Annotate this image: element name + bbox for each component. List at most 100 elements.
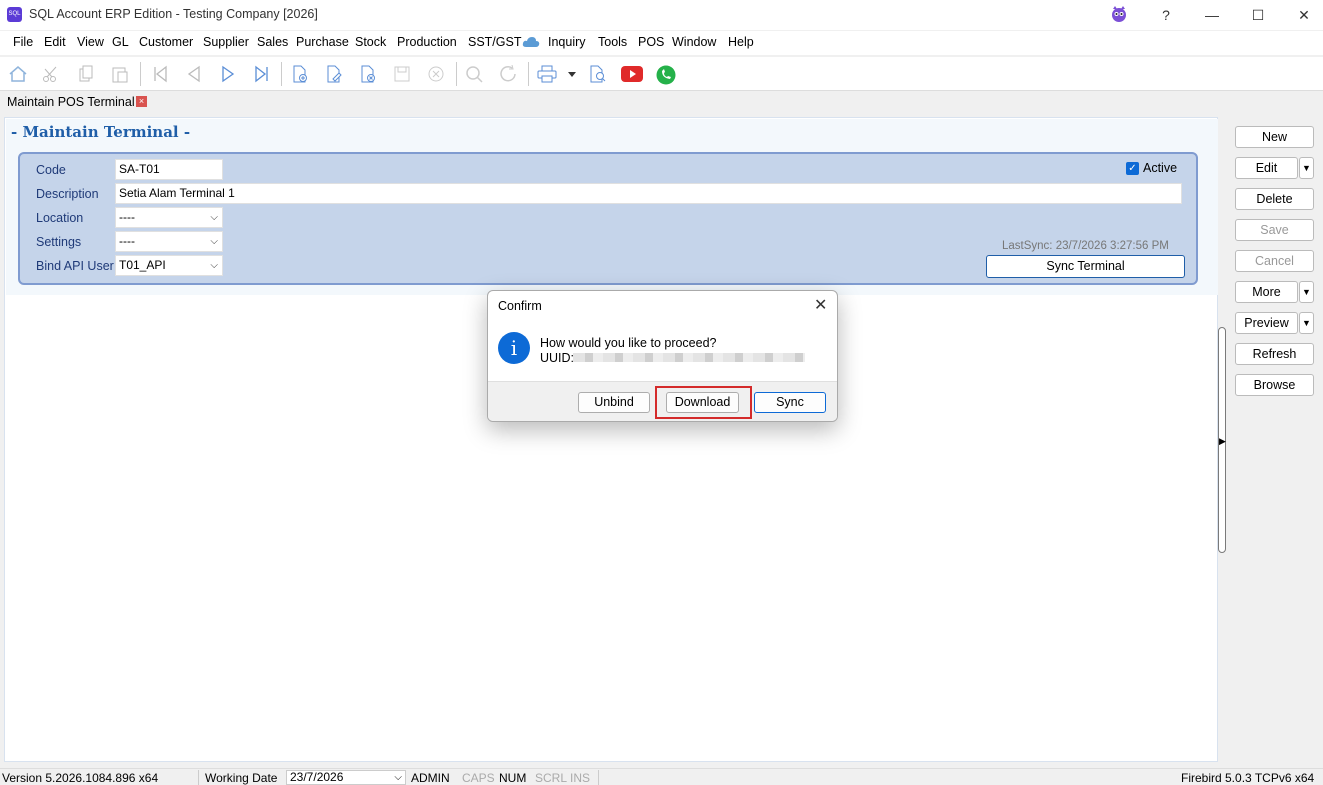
working-date-field[interactable]: 23/7/2026 ⌵ [286,770,406,785]
tab-close-icon[interactable]: × [136,96,147,107]
next-record-icon[interactable] [218,65,238,83]
location-select[interactable]: ---- ⌵ [115,207,223,228]
menu-window[interactable]: Window [672,35,716,49]
paste-icon[interactable] [110,65,130,83]
window-title: SQL Account ERP Edition - Testing Compan… [29,7,318,21]
terminal-form: Code SA-T01 Description Setia Alam Termi… [18,152,1198,285]
toolbar-separator [140,62,141,86]
refresh-button[interactable]: Refresh [1235,343,1314,365]
new-document-icon[interactable] [290,65,310,83]
menu-production[interactable]: Production [397,35,457,49]
whatsapp-icon[interactable] [655,65,677,85]
sync-terminal-button[interactable]: Sync Terminal [986,255,1185,278]
maximize-button[interactable]: ☐ [1247,5,1269,25]
scrl-indicator: SCRL [535,771,568,785]
preview-dropdown-icon[interactable]: ▼ [1299,312,1314,334]
preview-button[interactable]: Preview [1235,312,1298,334]
menu-bar: File Edit View GL Customer Supplier Sale… [0,31,1323,55]
copy-icon[interactable] [76,65,96,83]
print-icon[interactable] [537,65,557,83]
edit-document-icon[interactable] [324,65,344,83]
menu-customer[interactable]: Customer [139,35,193,49]
toolbar-separator [281,62,282,86]
delete-document-icon[interactable] [358,65,378,83]
menu-file[interactable]: File [13,35,33,49]
chevron-down-icon: ⌵ [210,260,218,271]
menu-pos[interactable]: POS [638,35,664,49]
menu-edit[interactable]: Edit [44,35,66,49]
page-title: - Maintain Terminal - [11,123,191,141]
unbind-button[interactable]: Unbind [578,392,650,413]
settings-select[interactable]: ---- ⌵ [115,231,223,252]
browse-button[interactable]: Browse [1235,374,1314,396]
caps-indicator: CAPS [462,771,495,785]
chevron-down-icon: ⌵ [394,772,402,783]
chevron-down-icon: ⌵ [210,212,218,223]
title-bar: SQL SQL Account ERP Edition - Testing Co… [0,0,1323,30]
description-field[interactable]: Setia Alam Terminal 1 [115,183,1182,204]
collapse-panel-icon[interactable]: ▶ [1219,436,1226,447]
database-info: Firebird 5.0.3 TCPv6 x64 [1181,771,1315,785]
cancel-icon[interactable] [426,65,446,83]
refresh-icon[interactable] [499,64,519,83]
preview-icon[interactable] [588,65,608,83]
menu-supplier[interactable]: Supplier [203,35,249,49]
download-button[interactable]: Download [666,392,739,413]
last-record-icon[interactable] [252,65,272,83]
minimize-button[interactable]: — [1201,5,1223,25]
confirm-dialog: Confirm ✕ i How would you like to procee… [487,290,838,422]
dialog-footer: Unbind Download Sync [488,381,837,421]
help-button[interactable]: ? [1155,5,1177,25]
menu-sales[interactable]: Sales [257,35,288,49]
code-label: Code [36,163,66,177]
close-icon[interactable]: ✕ [814,295,827,315]
toolbar [0,57,1323,91]
menu-inquiry[interactable]: Inquiry [548,35,586,49]
dialog-title: Confirm [498,299,542,313]
sync-button[interactable]: Sync [754,392,826,413]
more-button[interactable]: More [1235,281,1298,303]
ins-indicator: INS [570,771,591,785]
menu-view[interactable]: View [77,35,104,49]
first-record-icon[interactable] [150,65,170,83]
cut-icon[interactable] [41,65,61,83]
prior-record-icon[interactable] [184,65,204,83]
delete-button[interactable]: Delete [1235,188,1314,210]
dialog-message: How would you like to proceed? [540,336,717,350]
more-dropdown-icon[interactable]: ▼ [1299,281,1314,303]
print-dropdown-icon[interactable] [566,65,578,83]
new-button[interactable]: New [1235,126,1314,148]
home-icon[interactable] [8,65,28,83]
code-field[interactable]: SA-T01 [115,159,223,180]
description-label: Description [36,187,99,201]
status-separator [598,770,599,785]
menu-gl[interactable]: GL [112,35,129,49]
edit-dropdown-icon[interactable]: ▼ [1299,157,1314,179]
main-panel: - Maintain Terminal - Code SA-T01 Descri… [4,117,1218,762]
bind-api-user-select[interactable]: T01_API ⌵ [115,255,223,276]
location-label: Location [36,211,84,225]
status-separator [198,770,199,785]
cloud-icon[interactable] [522,36,540,51]
menu-stock[interactable]: Stock [355,35,386,49]
chevron-down-icon: ⌵ [210,236,218,247]
toolbar-separator [456,62,457,86]
active-checkbox[interactable]: ✓ [1126,162,1139,175]
menu-tools[interactable]: Tools [598,35,627,49]
search-icon[interactable] [465,65,485,83]
save-button[interactable]: Save [1235,219,1314,241]
close-window-button[interactable]: ✕ [1293,5,1315,25]
app-logo-icon: SQL [7,7,22,22]
cancel-button[interactable]: Cancel [1235,250,1314,272]
edit-button[interactable]: Edit [1235,157,1298,179]
save-icon[interactable] [392,65,412,83]
working-date-label: Working Date [205,771,278,785]
youtube-icon[interactable] [621,65,643,83]
tab-maintain-pos-terminal[interactable]: Maintain POS Terminal [7,95,135,109]
user-indicator: ADMIN [411,771,450,785]
menu-help[interactable]: Help [728,35,754,49]
avatar-icon[interactable] [1108,5,1130,25]
menu-purchase[interactable]: Purchase [296,35,349,49]
menu-sst-gst[interactable]: SST/GST [468,35,521,49]
document-tabs: Maintain POS Terminal × [0,91,1323,114]
